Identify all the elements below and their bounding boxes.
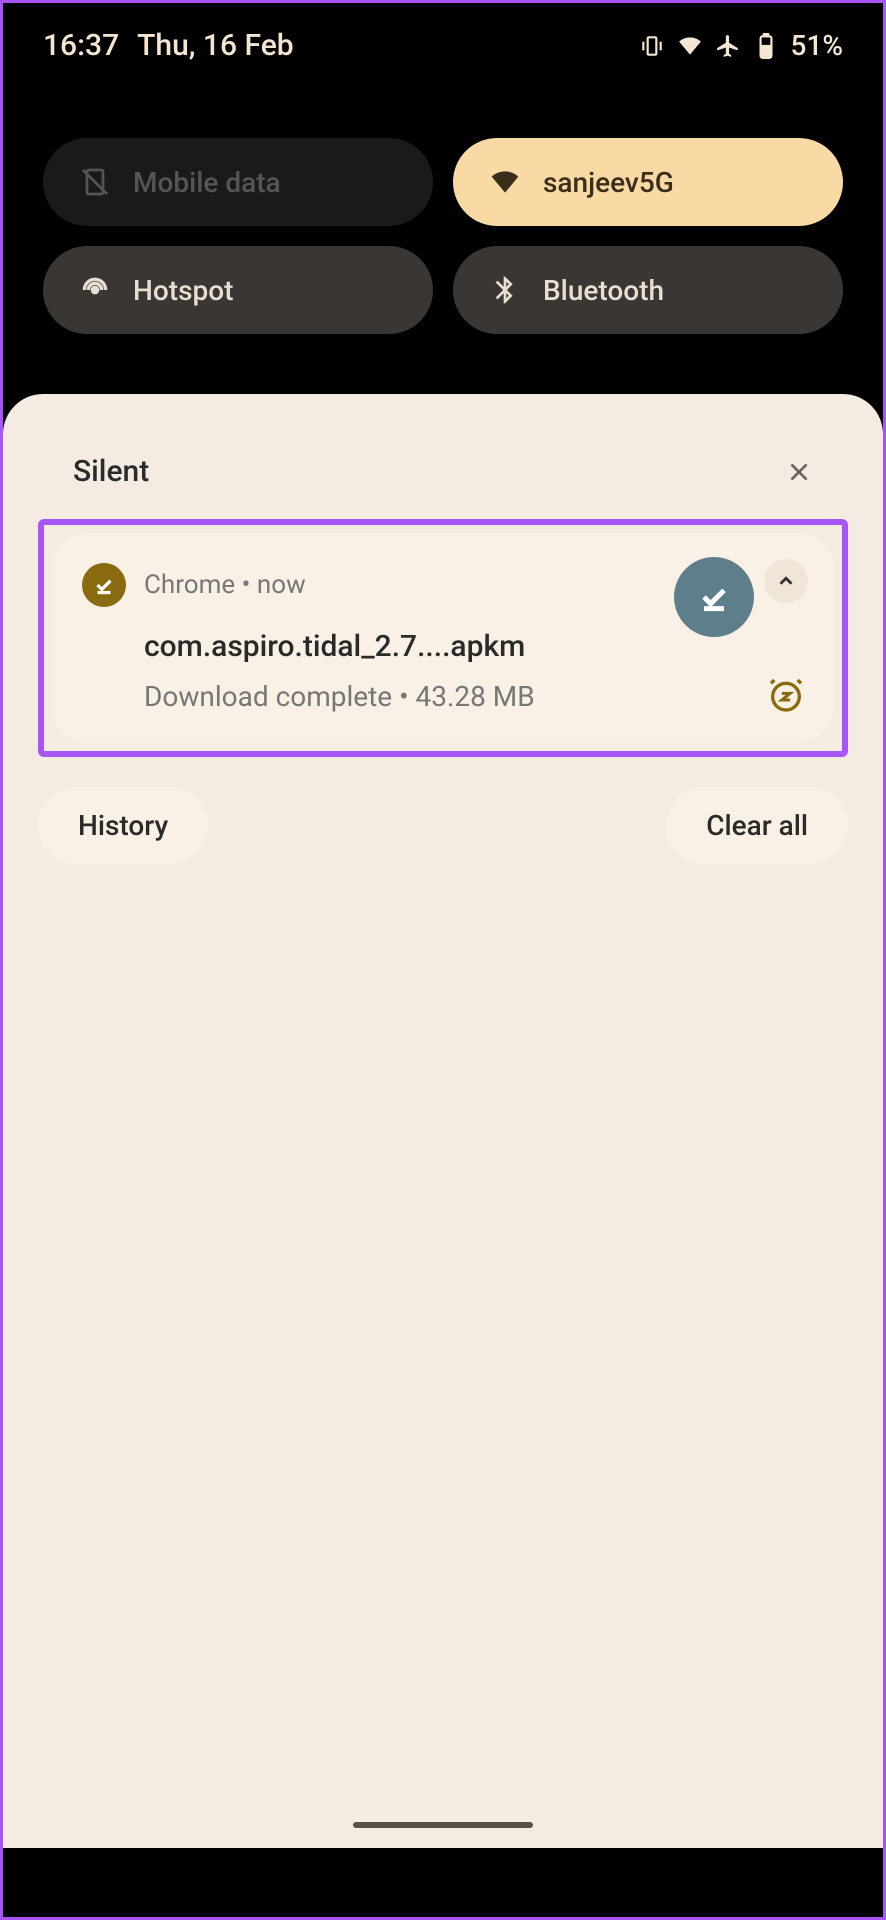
download-icon	[82, 563, 126, 607]
status-date: Thu, 16 Feb	[137, 28, 294, 63]
history-button[interactable]: History	[38, 787, 208, 864]
qs-bluetooth[interactable]: Bluetooth	[453, 246, 843, 334]
notification-app-name: Chrome • now	[144, 570, 306, 600]
snooze-icon[interactable]	[764, 673, 808, 717]
qs-label: Mobile data	[133, 166, 281, 199]
notification-card[interactable]: Chrome • now com.aspiro.tidal_2.7....apk…	[52, 533, 834, 743]
airplane-icon	[715, 33, 741, 59]
wifi-icon	[677, 33, 703, 59]
qs-mobile-data[interactable]: Mobile data	[43, 138, 433, 226]
navigation-handle[interactable]	[353, 1822, 533, 1828]
battery-percent: 51%	[791, 29, 843, 62]
vibrate-icon	[639, 33, 665, 59]
battery-icon	[753, 33, 779, 59]
status-bar: 16:37 Thu, 16 Feb 51%	[3, 3, 883, 88]
collapse-icon[interactable]	[764, 559, 808, 603]
clear-all-button[interactable]: Clear all	[666, 787, 848, 864]
qs-wifi[interactable]: sanjeev5G	[453, 138, 843, 226]
hotspot-icon	[77, 272, 113, 308]
notification-subtitle: Download complete • 43.28 MB	[144, 680, 804, 713]
status-left: 16:37 Thu, 16 Feb	[43, 28, 294, 63]
mobile-data-off-icon	[77, 164, 113, 200]
quick-settings: Mobile data sanjeev5G Hotspot Bluetooth	[3, 88, 883, 394]
wifi-icon	[487, 164, 523, 200]
qs-label: Hotspot	[133, 274, 233, 307]
status-right: 51%	[639, 29, 843, 62]
qs-label: Bluetooth	[543, 274, 664, 307]
notification-panel: Silent Chrome • now com.aspiro.tidal_2.	[3, 394, 883, 1848]
section-header: Silent	[38, 444, 848, 519]
bluetooth-icon	[487, 272, 523, 308]
status-time: 16:37	[43, 28, 119, 63]
qs-label: sanjeev5G	[543, 166, 674, 199]
close-icon[interactable]	[785, 458, 813, 486]
download-complete-icon	[674, 557, 754, 637]
action-row: History Clear all	[38, 757, 848, 864]
qs-hotspot[interactable]: Hotspot	[43, 246, 433, 334]
section-title: Silent	[73, 454, 149, 489]
notification-highlight: Chrome • now com.aspiro.tidal_2.7....apk…	[38, 519, 848, 757]
